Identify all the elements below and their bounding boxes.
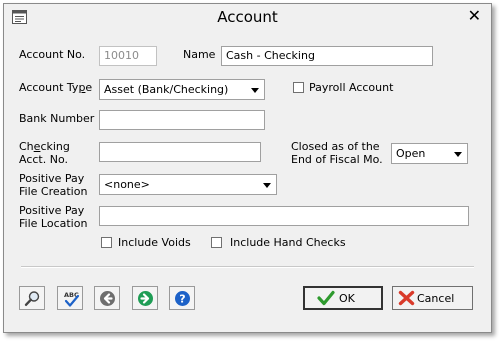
account-dialog: Account ✕ Account No. 10010 Name Cash - … [3, 3, 492, 333]
ppay-file-creation-select[interactable]: <none> [99, 174, 277, 195]
include-voids-checkbox[interactable] [101, 237, 112, 248]
cancel-button[interactable]: Cancel [392, 286, 473, 310]
checking-acct-label: Checking Acct. No. [19, 140, 70, 166]
chevron-down-icon [263, 183, 271, 188]
include-voids-label: Include Voids [118, 236, 191, 249]
checking-acct-field[interactable] [99, 142, 261, 162]
checkmark-icon [317, 290, 335, 306]
account-type-value: Asset (Bank/Checking) [104, 83, 229, 96]
name-label: Name [183, 48, 216, 61]
find-button[interactable] [19, 286, 45, 310]
payroll-account-checkbox[interactable] [293, 82, 304, 93]
closed-as-of-value: Open [396, 147, 426, 160]
back-arrow-icon [100, 291, 115, 306]
spell-check-icon: ABC [64, 291, 80, 307]
bank-number-field[interactable] [99, 110, 265, 130]
closed-as-of-label: Closed as of the End of Fiscal Mo. [291, 140, 383, 166]
chevron-down-icon [251, 88, 259, 93]
ppay-file-location-label: Positive Pay File Location [19, 204, 88, 230]
include-hand-checks-checkbox[interactable] [211, 237, 222, 248]
svg-text:?: ? [179, 293, 185, 306]
account-no-field: 10010 [99, 46, 157, 66]
payroll-account-label: Payroll Account [309, 81, 394, 94]
spell-check-button[interactable]: ABC [57, 286, 83, 310]
forward-arrow-icon [138, 291, 153, 306]
magnifier-icon [24, 291, 40, 307]
window-title: Account [217, 8, 278, 26]
ok-label: OK [339, 292, 355, 305]
account-no-label: Account No. [19, 48, 86, 61]
bank-number-label: Bank Number [19, 112, 95, 125]
ppay-file-creation-value: <none> [104, 178, 150, 191]
next-button[interactable] [132, 286, 158, 310]
previous-button[interactable] [94, 286, 120, 310]
ok-button[interactable]: OK [303, 286, 383, 310]
title-bar[interactable]: Account ✕ [4, 4, 491, 30]
cancel-label: Cancel [417, 292, 455, 305]
help-button[interactable]: ? [169, 286, 195, 310]
ppay-file-creation-label: Positive Pay File Creation [19, 172, 88, 198]
include-hand-checks-label: Include Hand Checks [230, 236, 346, 249]
cancel-x-icon [398, 290, 415, 306]
separator [21, 266, 474, 268]
chevron-down-icon [454, 152, 462, 157]
account-type-select[interactable]: Asset (Bank/Checking) [99, 79, 265, 100]
help-icon: ? [175, 291, 190, 306]
ppay-file-location-field[interactable] [99, 206, 469, 226]
name-field[interactable]: Cash - Checking [221, 46, 433, 66]
account-type-label: Account Type [19, 81, 93, 94]
closed-as-of-select[interactable]: Open [391, 143, 468, 164]
close-icon[interactable]: ✕ [468, 7, 481, 25]
